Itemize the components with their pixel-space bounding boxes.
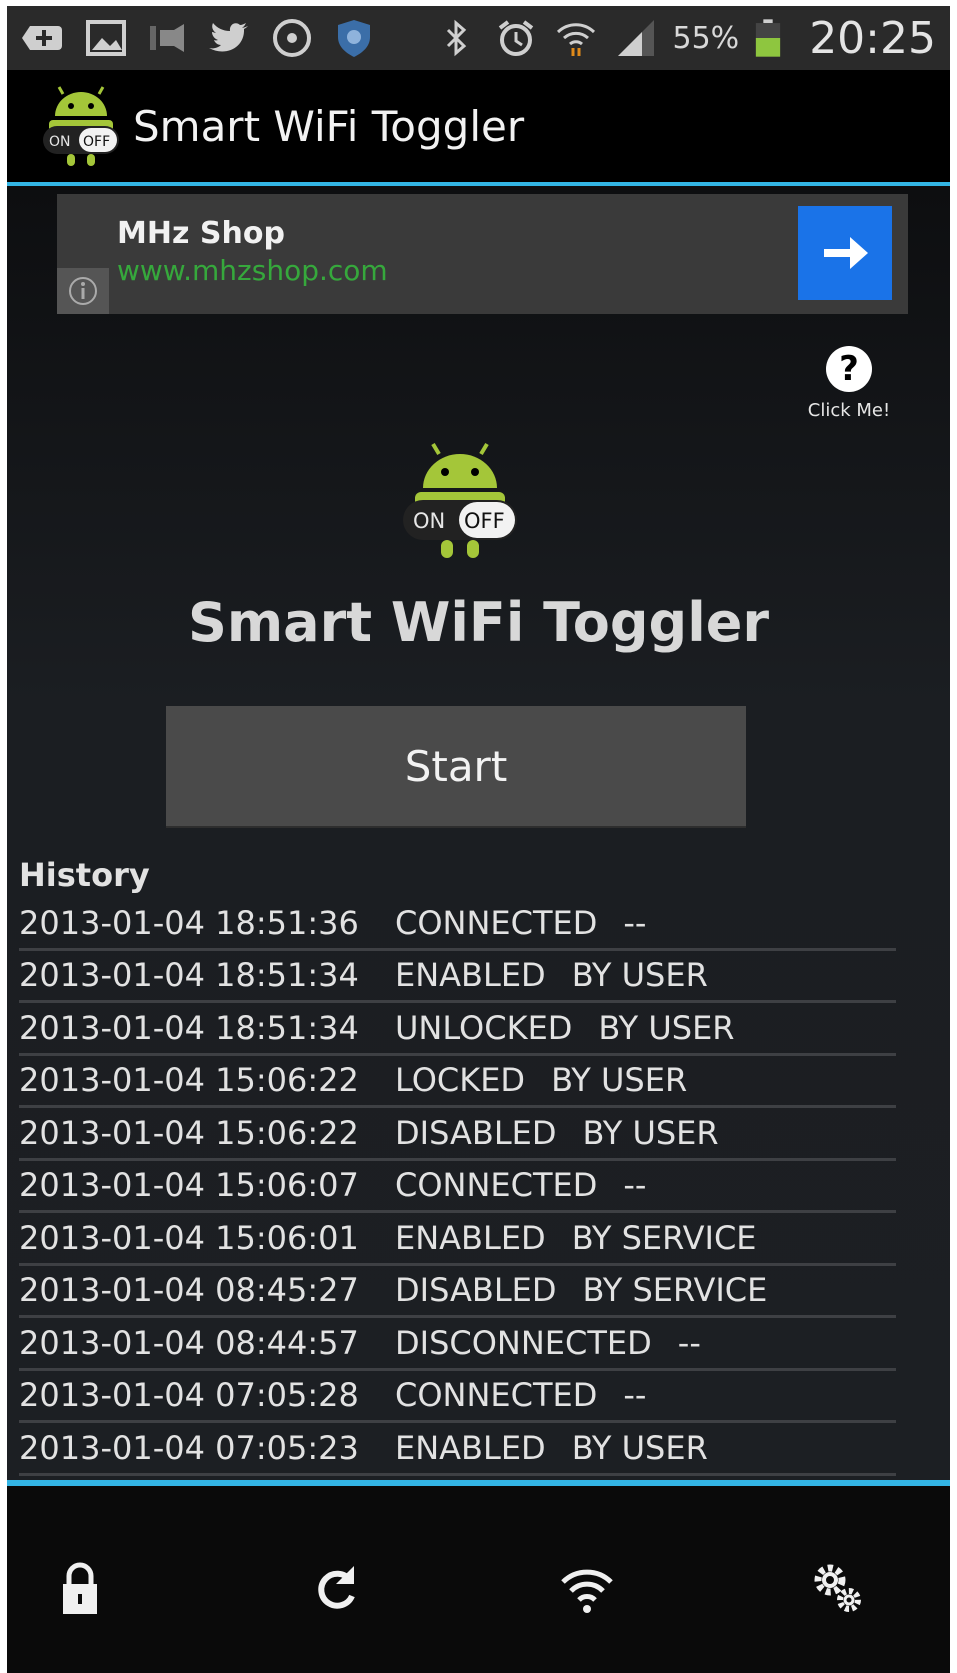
- action-bar: ON OFF Smart WiFi Toggler: [7, 70, 950, 186]
- ad-url[interactable]: www.mhzshop.com: [117, 254, 388, 287]
- history-timestamp: 2013-01-04 07:05:23: [19, 1428, 359, 1467]
- info-icon[interactable]: [57, 268, 109, 314]
- main-content: MHz Shop www.mhzshop.com ? Click Me! ON …: [7, 186, 950, 1486]
- status-time: 20:25: [809, 12, 936, 64]
- add-icon: [21, 15, 67, 61]
- history-source: BY USER: [551, 1061, 688, 1100]
- status-bar: 55% 20:25: [7, 6, 950, 70]
- history-row: 2013-01-04 18:51:34 UNLOCKED BY USER: [19, 1003, 896, 1056]
- shield-icon: [331, 15, 377, 61]
- lock-button[interactable]: [40, 1534, 120, 1614]
- history-event: DISCONNECTED: [395, 1323, 652, 1362]
- history-timestamp: 2013-01-04 15:06:22: [19, 1061, 359, 1100]
- history-timestamp: 2013-01-04 15:06:01: [19, 1218, 359, 1257]
- ad-banner[interactable]: MHz Shop www.mhzshop.com: [57, 194, 908, 314]
- history-row: 2013-01-04 18:51:34 ENABLED BY USER: [19, 951, 896, 1003]
- history-heading: History: [19, 856, 150, 894]
- history-timestamp: 2013-01-04 07:05:28: [19, 1376, 359, 1415]
- signal-icon: [613, 15, 659, 61]
- history-row: 2013-01-04 18:51:36 CONNECTED --: [19, 898, 896, 951]
- history-list: 2013-01-04 18:51:36 CONNECTED -- 2013-01-0…: [19, 898, 896, 1476]
- history-timestamp: 2013-01-04 15:06:07: [19, 1166, 359, 1205]
- history-event: CONNECTED: [395, 1166, 598, 1205]
- logo-on-text: ON: [49, 134, 71, 150]
- history-source: --: [623, 903, 647, 942]
- history-event: CONNECTED: [395, 903, 598, 942]
- action-bar-title: Smart WiFi Toggler: [133, 101, 525, 151]
- history-source: --: [623, 1166, 647, 1205]
- lock-icon: [63, 1562, 97, 1614]
- history-source: BY USER: [582, 1113, 719, 1152]
- app-title: Smart WiFi Toggler: [188, 591, 769, 654]
- battery-percent: 55%: [672, 20, 740, 56]
- help-label[interactable]: Click Me!: [799, 400, 899, 421]
- wifi-icon: [553, 15, 599, 61]
- arrow-right-icon[interactable]: [798, 206, 892, 300]
- history-row: 2013-01-04 08:44:57 DISCONNECTED --: [19, 1318, 896, 1371]
- history-source: --: [677, 1323, 701, 1362]
- twitter-icon: [207, 15, 253, 61]
- history-row: 2013-01-04 15:06:22 LOCKED BY USER: [19, 1056, 896, 1108]
- history-event: ENABLED: [395, 1428, 546, 1467]
- wifi-icon: [561, 1569, 613, 1613]
- settings-button[interactable]: [797, 1534, 877, 1614]
- start-button[interactable]: Start: [166, 706, 746, 828]
- alarm-icon: [493, 15, 539, 61]
- bottom-toolbar: [7, 1486, 950, 1673]
- history-event: DISABLED: [395, 1113, 557, 1152]
- phone-screen: 55% 20:25 ON OFF Smart WiFi Toggler MHz …: [7, 6, 950, 1673]
- question-icon[interactable]: ?: [826, 346, 872, 392]
- refresh-button[interactable]: [297, 1534, 377, 1614]
- history-row: 2013-01-04 07:05:28 CONNECTED --: [19, 1371, 896, 1423]
- history-event: ENABLED: [395, 956, 546, 995]
- history-event: CONNECTED: [395, 1376, 598, 1415]
- ad-title[interactable]: MHz Shop: [117, 216, 285, 251]
- history-timestamp: 2013-01-04 18:51:34: [19, 956, 359, 995]
- large-logo-off-text: OFF: [464, 509, 505, 533]
- help-button[interactable]: ? Click Me!: [799, 346, 899, 421]
- large-logo-on-text: ON: [413, 509, 445, 533]
- refresh-icon: [318, 1566, 355, 1609]
- history-source: BY SERVICE: [582, 1271, 768, 1310]
- ftp-icon: [145, 15, 191, 61]
- history-row: 2013-01-04 15:06:07 CONNECTED --: [19, 1161, 896, 1213]
- history-event: UNLOCKED: [395, 1008, 573, 1047]
- history-timestamp: 2013-01-04 08:45:27: [19, 1271, 359, 1310]
- history-row: 2013-01-04 08:45:27 DISABLED BY SERVICE: [19, 1266, 896, 1318]
- history-timestamp: 2013-01-04 18:51:34: [19, 1008, 359, 1047]
- wifi-button[interactable]: [547, 1534, 627, 1614]
- history-row: 2013-01-04 15:06:01 ENABLED BY SERVICE: [19, 1213, 896, 1266]
- history-timestamp: 2013-01-04 08:44:57: [19, 1323, 359, 1362]
- history-source: BY USER: [571, 1428, 708, 1467]
- history-event: ENABLED: [395, 1218, 546, 1257]
- history-timestamp: 2013-01-04 15:06:22: [19, 1113, 359, 1152]
- battery-icon: [753, 15, 783, 61]
- app-logo-large-icon: ON OFF: [403, 442, 517, 558]
- history-event: DISABLED: [395, 1271, 557, 1310]
- history-source: BY USER: [598, 1008, 735, 1047]
- history-row: 2013-01-04 15:06:22 DISABLED BY USER: [19, 1108, 896, 1161]
- record-icon: [269, 15, 315, 61]
- settings-icon: [814, 1564, 861, 1612]
- history-event: LOCKED: [395, 1061, 526, 1100]
- history-source: BY SERVICE: [571, 1218, 757, 1257]
- bluetooth-icon: [433, 15, 479, 61]
- history-timestamp: 2013-01-04 18:51:36: [19, 903, 359, 942]
- history-row: 2013-01-04 07:05:23 ENABLED BY USER: [19, 1423, 896, 1476]
- image-icon: [83, 15, 129, 61]
- history-source: BY USER: [571, 956, 708, 995]
- logo-off-text: OFF: [83, 134, 110, 150]
- app-logo-icon[interactable]: ON OFF: [43, 84, 119, 168]
- history-source: --: [623, 1376, 647, 1415]
